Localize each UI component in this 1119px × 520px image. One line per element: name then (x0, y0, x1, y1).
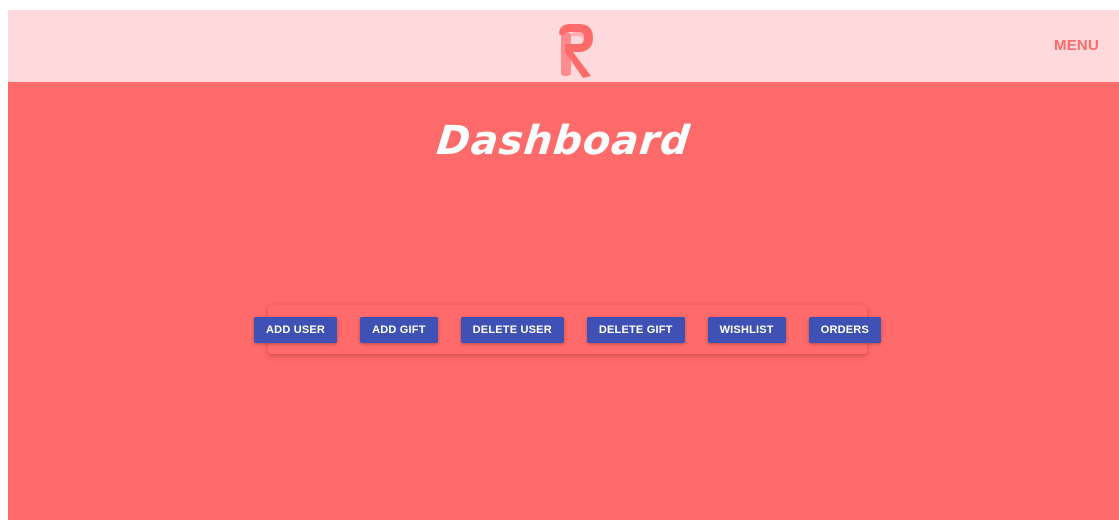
action-toolbar: ADD USER ADD GIFT DELETE USER DELETE GIF… (254, 305, 881, 354)
wishlist-button[interactable]: WISHLIST (707, 316, 786, 343)
delete-gift-button[interactable]: DELETE GIFT (586, 316, 685, 343)
orders-button[interactable]: ORDERS (808, 316, 881, 343)
page-title: Dashboard (434, 118, 693, 164)
app-frame: MENU Dashboard ADD USER ADD GIFT DELETE … (8, 10, 1119, 520)
header-bar: MENU (8, 10, 1119, 82)
menu-button[interactable]: MENU (1054, 37, 1099, 54)
r-logo-icon[interactable] (551, 20, 599, 78)
add-gift-button[interactable]: ADD GIFT (360, 316, 438, 343)
add-user-button[interactable]: ADD USER (254, 316, 338, 343)
delete-user-button[interactable]: DELETE USER (460, 316, 564, 343)
